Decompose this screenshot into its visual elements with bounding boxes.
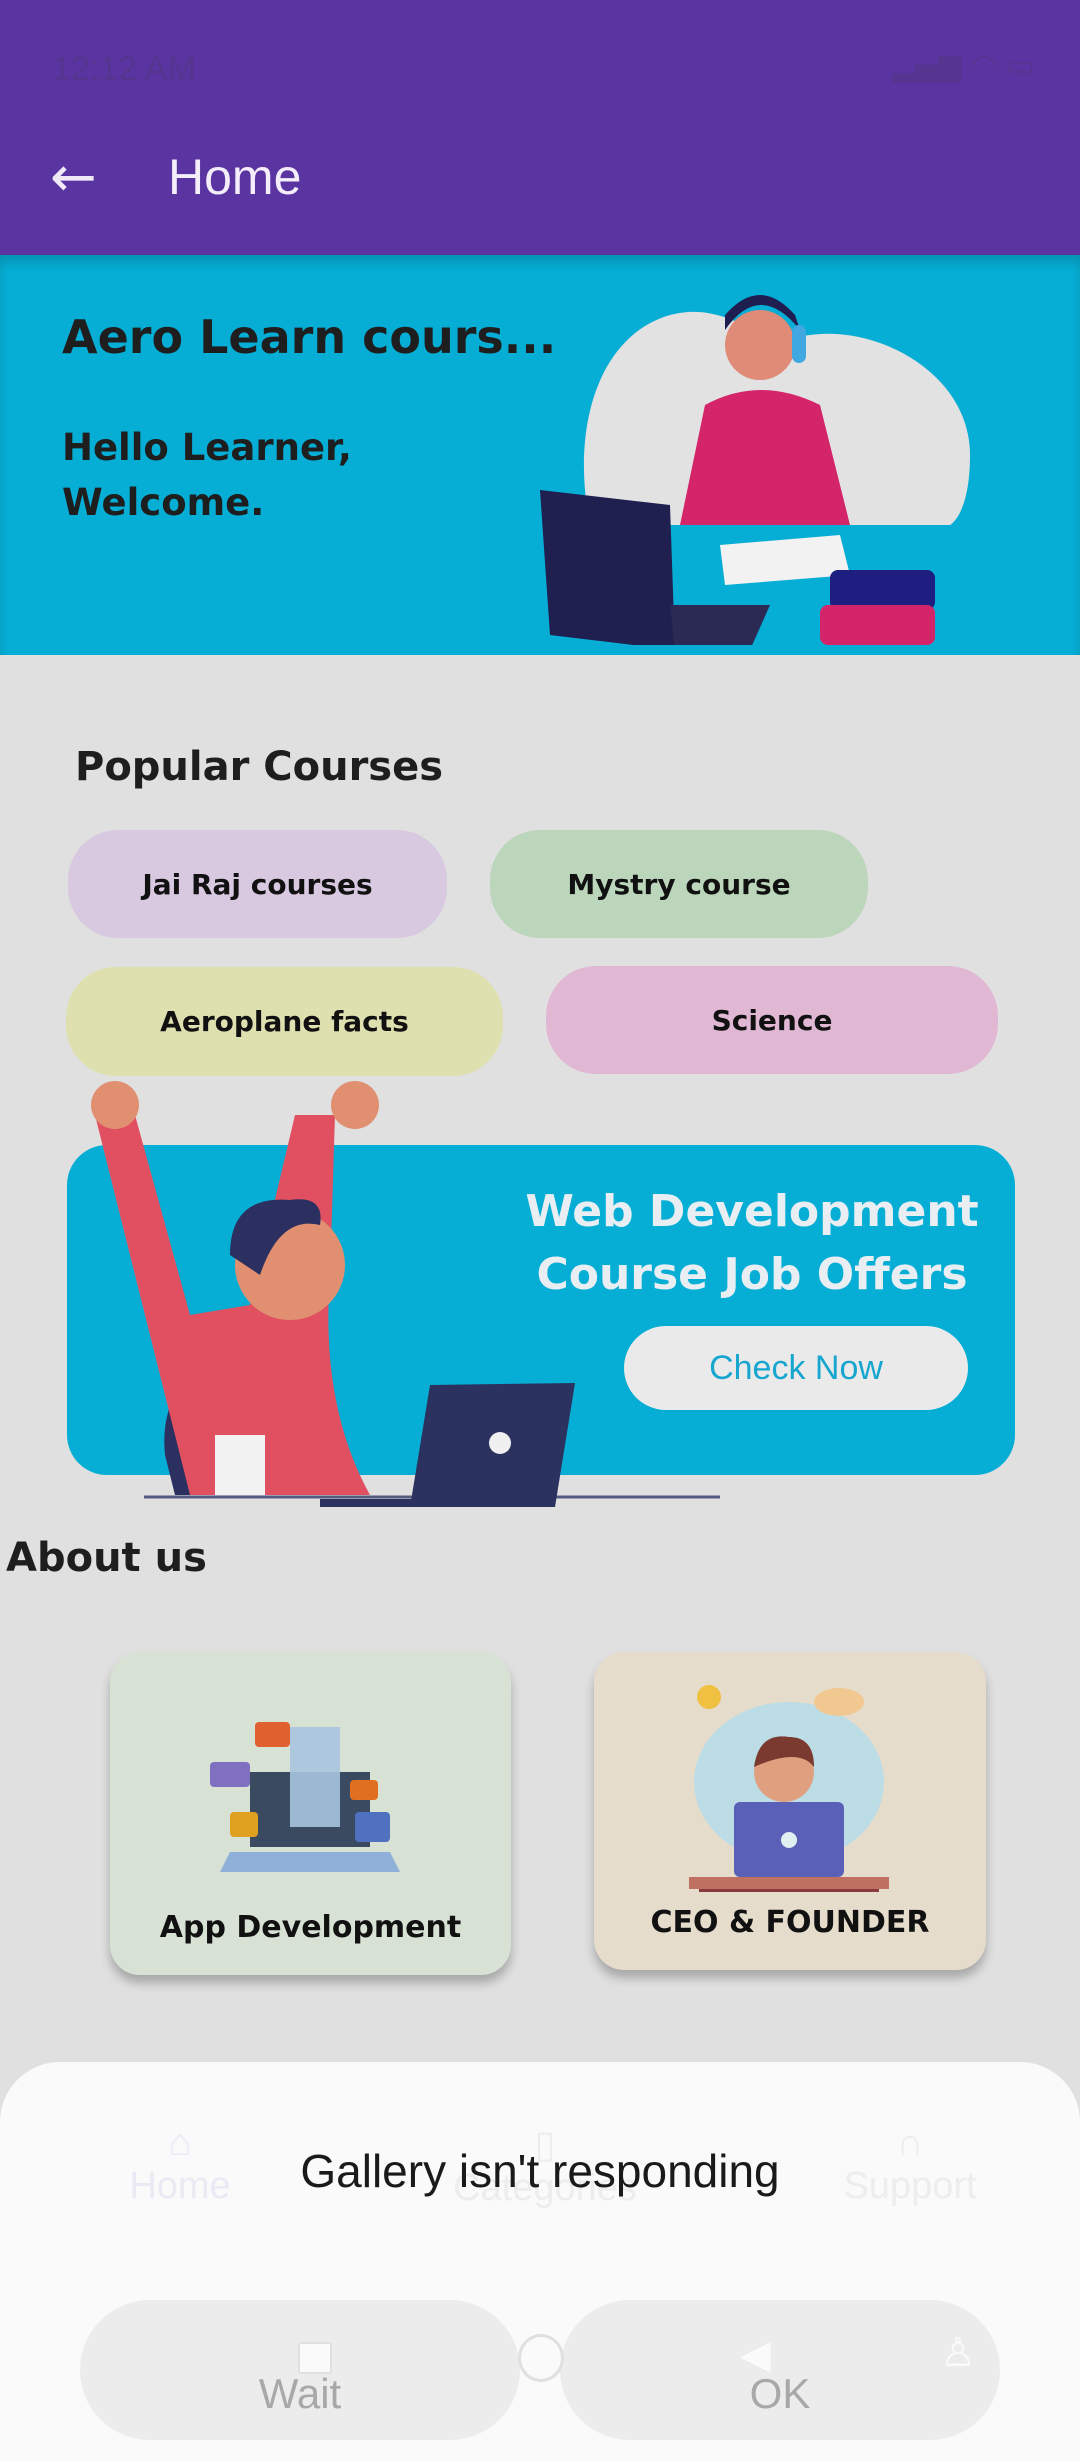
ok-button[interactable]: OK bbox=[560, 2300, 1000, 2440]
anr-dialog: ⌂ Home ▯ Categories ∩ Support Gallery isn't… bbox=[0, 2062, 1080, 2462]
status-time: 12:12 AM bbox=[52, 50, 196, 88]
recents-icon[interactable] bbox=[298, 2342, 332, 2374]
page-title: Home bbox=[168, 149, 302, 205]
course-chip-jai-raj[interactable]: Jai Raj courses bbox=[68, 830, 447, 938]
celebrating-person-illustration bbox=[91, 1081, 720, 1507]
greeting-line-2: Welcome. bbox=[62, 481, 265, 524]
hero-greeting: Hello Learner, Welcome. bbox=[62, 420, 352, 530]
signal-icon: ▂▄▆ bbox=[892, 48, 962, 83]
back-button[interactable]: ← bbox=[50, 148, 110, 208]
accessibility-icon[interactable]: ♙ bbox=[940, 2330, 976, 2376]
status-icons: ▂▄▆ ◠ ▭ bbox=[892, 48, 1035, 83]
greeting-line-1: Hello Learner, bbox=[62, 426, 352, 469]
hero-title: Aero Learn cours... bbox=[62, 310, 557, 364]
battery-icon: ▭ bbox=[1006, 48, 1035, 83]
popular-courses-heading: Popular Courses bbox=[75, 744, 444, 790]
card-label: CEO & FOUNDER bbox=[650, 1905, 930, 1940]
wifi-icon: ◠ bbox=[970, 48, 998, 83]
app-development-illustration bbox=[210, 1722, 400, 1872]
course-chip-aeroplane[interactable]: Aeroplane facts bbox=[66, 967, 503, 1076]
about-us-heading: About us bbox=[6, 1535, 207, 1581]
app-bar: 12:12 AM ▂▄▆ ◠ ▭ ← Home bbox=[0, 0, 1080, 255]
course-chip-science[interactable]: Science bbox=[546, 966, 998, 1074]
student-illustration bbox=[540, 295, 970, 645]
back-nav-icon[interactable]: ◀ bbox=[740, 2332, 771, 2378]
course-chip-mystry[interactable]: Mystry course bbox=[490, 830, 868, 938]
hero-banner: Aero Learn cours... Hello Learner, Welco… bbox=[0, 255, 1080, 655]
about-card-ceo-founder[interactable]: CEO & FOUNDER bbox=[594, 1652, 986, 1970]
card-label: App Development bbox=[159, 1910, 462, 1945]
ceo-founder-illustration bbox=[689, 1685, 889, 1892]
about-card-app-development[interactable]: App Development bbox=[110, 1652, 511, 1975]
arrow-left-icon: ← bbox=[50, 145, 97, 210]
home-nav-icon[interactable] bbox=[518, 2334, 564, 2382]
dialog-title: Gallery isn't responding bbox=[300, 2145, 780, 2197]
